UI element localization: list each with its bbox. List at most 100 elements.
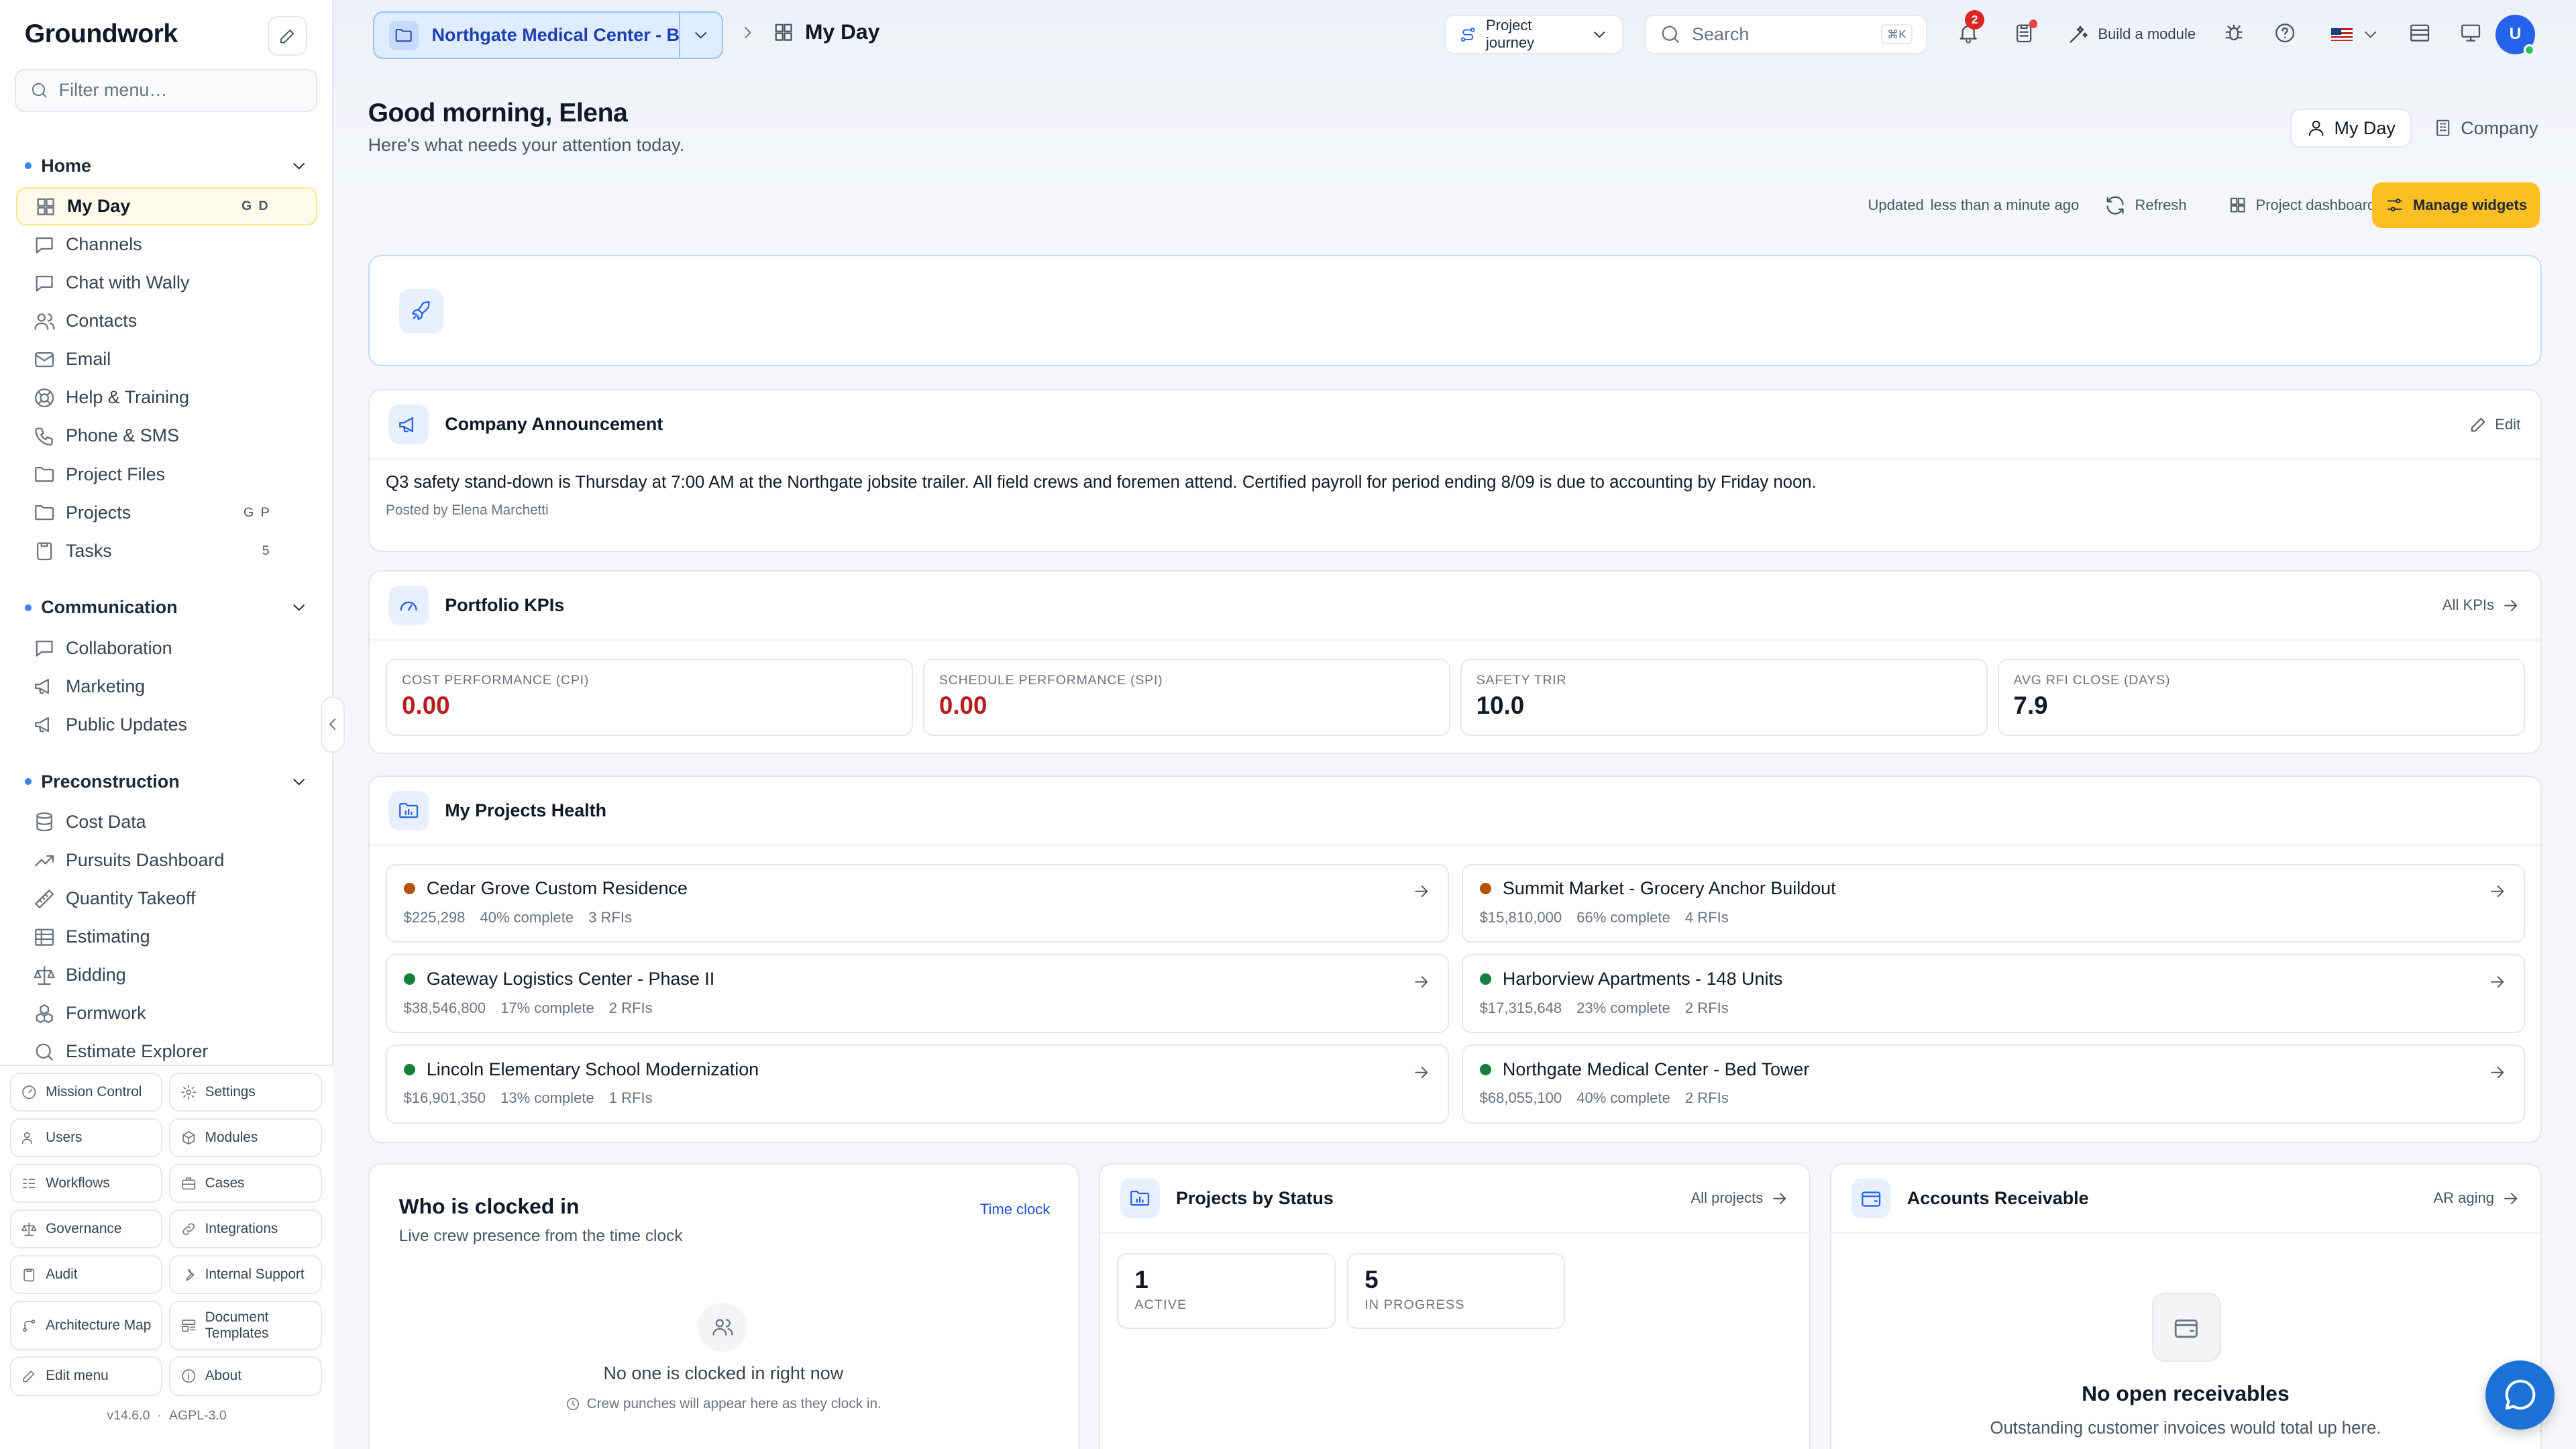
- sidebar-item-project-files[interactable]: Project Files: [0, 455, 333, 494]
- kpi-tile[interactable]: AVG RFI CLOSE (DAYS) 7.9: [1997, 658, 2525, 736]
- sidebar-item-estimating[interactable]: Estimating: [0, 918, 333, 956]
- database-icon: [36, 812, 52, 832]
- sidebar-item-quantity-takeoff[interactable]: Quantity Takeoff: [0, 879, 333, 918]
- chevron-down-icon: [695, 32, 707, 39]
- integrations-button[interactable]: Integrations: [169, 1209, 322, 1249]
- manage-widgets-button[interactable]: Manage widgets: [2372, 182, 2540, 229]
- settings-button[interactable]: Settings: [169, 1072, 322, 1112]
- gbtn-label: Settings: [205, 1083, 256, 1099]
- mission-control-button[interactable]: Mission Control: [9, 1072, 163, 1112]
- cases-button[interactable]: Cases: [169, 1163, 322, 1203]
- sidebar-item-label: Email: [65, 349, 111, 370]
- sidebar-item-bidding[interactable]: Bidding: [0, 956, 333, 994]
- refresh-button[interactable]: Refresh: [2104, 194, 2187, 217]
- nav-section-communication[interactable]: Communication: [0, 586, 333, 629]
- briefcase-icon: [182, 1177, 196, 1189]
- about-button[interactable]: About: [169, 1356, 322, 1396]
- us-flag-icon[interactable]: [2331, 28, 2353, 42]
- sidebar-item-tasks[interactable]: Tasks 5: [0, 532, 333, 570]
- magic-wand-icon: [2070, 25, 2088, 43]
- sidebar-item-public-updates[interactable]: Public Updates: [0, 706, 333, 744]
- project-dashboard-button[interactable]: Project dashboard: [2228, 195, 2375, 215]
- sidebar-item-formwork[interactable]: Formwork: [0, 994, 333, 1032]
- sidebar-item-email[interactable]: Email: [0, 340, 333, 378]
- sidebar-item-cost-data[interactable]: Cost Data: [0, 803, 333, 841]
- sidebar-item-help-training[interactable]: Help & Training: [0, 378, 333, 417]
- document-templates-button[interactable]: Document Templates: [169, 1301, 322, 1350]
- sidebar-item-label: Pursuits Dashboard: [65, 850, 225, 871]
- edit-menu-button[interactable]: Edit menu: [9, 1356, 163, 1396]
- sidebar-item-pursuits-dashboard[interactable]: Pursuits Dashboard: [0, 841, 333, 879]
- sidebar-item-marketing[interactable]: Marketing: [0, 667, 333, 706]
- monitor-icon[interactable]: [2459, 21, 2482, 44]
- kpi-title: Portfolio KPIs: [445, 594, 565, 615]
- sidebar-item-projects[interactable]: Projects G P: [0, 494, 333, 532]
- time-clock-link[interactable]: Time clock: [980, 1201, 1050, 1218]
- ar-aging-link[interactable]: AR aging: [2433, 1189, 2520, 1208]
- tab-company[interactable]: Company: [2418, 109, 2553, 148]
- status-tile[interactable]: 1 ACTIVE: [1116, 1253, 1336, 1329]
- build-module-button[interactable]: Build a module: [2067, 23, 2196, 46]
- kpi-tile[interactable]: COST PERFORMANCE (CPI) 0.00: [386, 658, 914, 736]
- users-button[interactable]: Users: [9, 1118, 163, 1158]
- project-health-row[interactable]: Lincoln Elementary School Modernization …: [386, 1044, 1449, 1124]
- bug-icon[interactable]: [2222, 21, 2245, 44]
- sidebar-item-my-day[interactable]: My Day G D: [16, 187, 317, 226]
- project-rfis: 1 RFIs: [608, 1089, 653, 1107]
- project-health-row[interactable]: Northgate Medical Center - Bed Tower $68…: [1462, 1044, 2525, 1124]
- project-health-row[interactable]: Harborview Apartments - 148 Units $17,31…: [1462, 954, 2525, 1033]
- collapse-sidebar-button[interactable]: [320, 696, 345, 753]
- status-tile[interactable]: 5 IN PROGRESS: [1346, 1253, 1566, 1329]
- gbtn-label: Cases: [205, 1175, 245, 1191]
- section-label: Home: [41, 155, 92, 176]
- governance-button[interactable]: Governance: [9, 1209, 163, 1249]
- sidebar-item-channels[interactable]: Channels: [0, 225, 333, 264]
- card-header: Portfolio KPIs All KPIs: [369, 572, 2540, 641]
- audit-button[interactable]: Audit: [9, 1254, 163, 1295]
- edit-announcement-button[interactable]: Edit: [2469, 415, 2520, 434]
- all-projects-link[interactable]: All projects: [1690, 1189, 1789, 1208]
- gbtn-label: Edit menu: [46, 1368, 109, 1384]
- kpi-tile[interactable]: SCHEDULE PERFORMANCE (SPI) 0.00: [922, 658, 1450, 736]
- getting-started-card[interactable]: [368, 254, 2542, 367]
- workflows-button[interactable]: Workflows: [9, 1163, 163, 1203]
- chevron-left-icon: [329, 718, 336, 731]
- modules-button[interactable]: Modules: [169, 1118, 322, 1158]
- project-health-row[interactable]: Cedar Grove Custom Residence $225,298 40%…: [386, 863, 1449, 943]
- table-icon[interactable]: [2408, 21, 2431, 44]
- sidebar-item-phone-sms[interactable]: Phone & SMS: [0, 417, 333, 455]
- edit-brand-button[interactable]: [268, 16, 307, 56]
- tab-my-day[interactable]: My Day: [2290, 108, 2412, 148]
- clock-subtitle: Live crew presence from the time clock: [398, 1226, 683, 1245]
- project-selector[interactable]: Northgate Medical Center - B…: [372, 11, 723, 60]
- sidebar-item-collaboration[interactable]: Collaboration: [0, 629, 333, 667]
- kpi-tile[interactable]: SAFETY TRIR 10.0: [1460, 658, 1988, 736]
- help-circle-icon[interactable]: [2273, 21, 2296, 44]
- project-rfis: 2 RFIs: [1684, 1089, 1729, 1107]
- tab-label: Company: [2461, 117, 2538, 138]
- all-kpis-link[interactable]: All KPIs: [2443, 596, 2520, 615]
- internal-support-button[interactable]: Internal Support: [169, 1254, 322, 1295]
- empty-state-icon-box: [2151, 1292, 2221, 1362]
- search-shortcut: ⌘K: [1880, 24, 1913, 45]
- shortcut-hint: G D: [241, 199, 270, 214]
- sidebar-item-chat-with-wally[interactable]: Chat with Wally: [0, 264, 333, 302]
- gbtn-label: Mission Control: [46, 1083, 142, 1099]
- task-count-badge: 5: [262, 543, 272, 558]
- ar-title: Accounts Receivable: [1907, 1187, 2089, 1208]
- project-health-row[interactable]: Summit Market - Grocery Anchor Buildout …: [1462, 863, 2525, 943]
- chevron-down-icon[interactable]: [2361, 25, 2380, 44]
- ar-empty-title: No open receivables: [2082, 1381, 2290, 1406]
- sidebar-item-estimate-explorer[interactable]: Estimate Explorer: [0, 1032, 333, 1065]
- project-journey-button[interactable]: Project journey: [1444, 15, 1623, 54]
- brand-logo[interactable]: Groundwork: [25, 19, 178, 49]
- filter-menu-input[interactable]: Filter menu…: [15, 68, 317, 112]
- chat-assistant-button[interactable]: [2485, 1360, 2555, 1430]
- global-search-input[interactable]: Search ⌘K: [1644, 15, 1927, 54]
- nav-section-home[interactable]: Home: [0, 145, 333, 188]
- sidebar-item-contacts[interactable]: Contacts: [0, 302, 333, 340]
- nav-section-preconstruction[interactable]: Preconstruction: [0, 760, 333, 803]
- project-health-row[interactable]: Gateway Logistics Center - Phase II $38,…: [386, 954, 1449, 1033]
- project-dropdown-toggle[interactable]: [679, 11, 721, 60]
- architecture-map-button[interactable]: Architecture Map: [9, 1301, 163, 1350]
